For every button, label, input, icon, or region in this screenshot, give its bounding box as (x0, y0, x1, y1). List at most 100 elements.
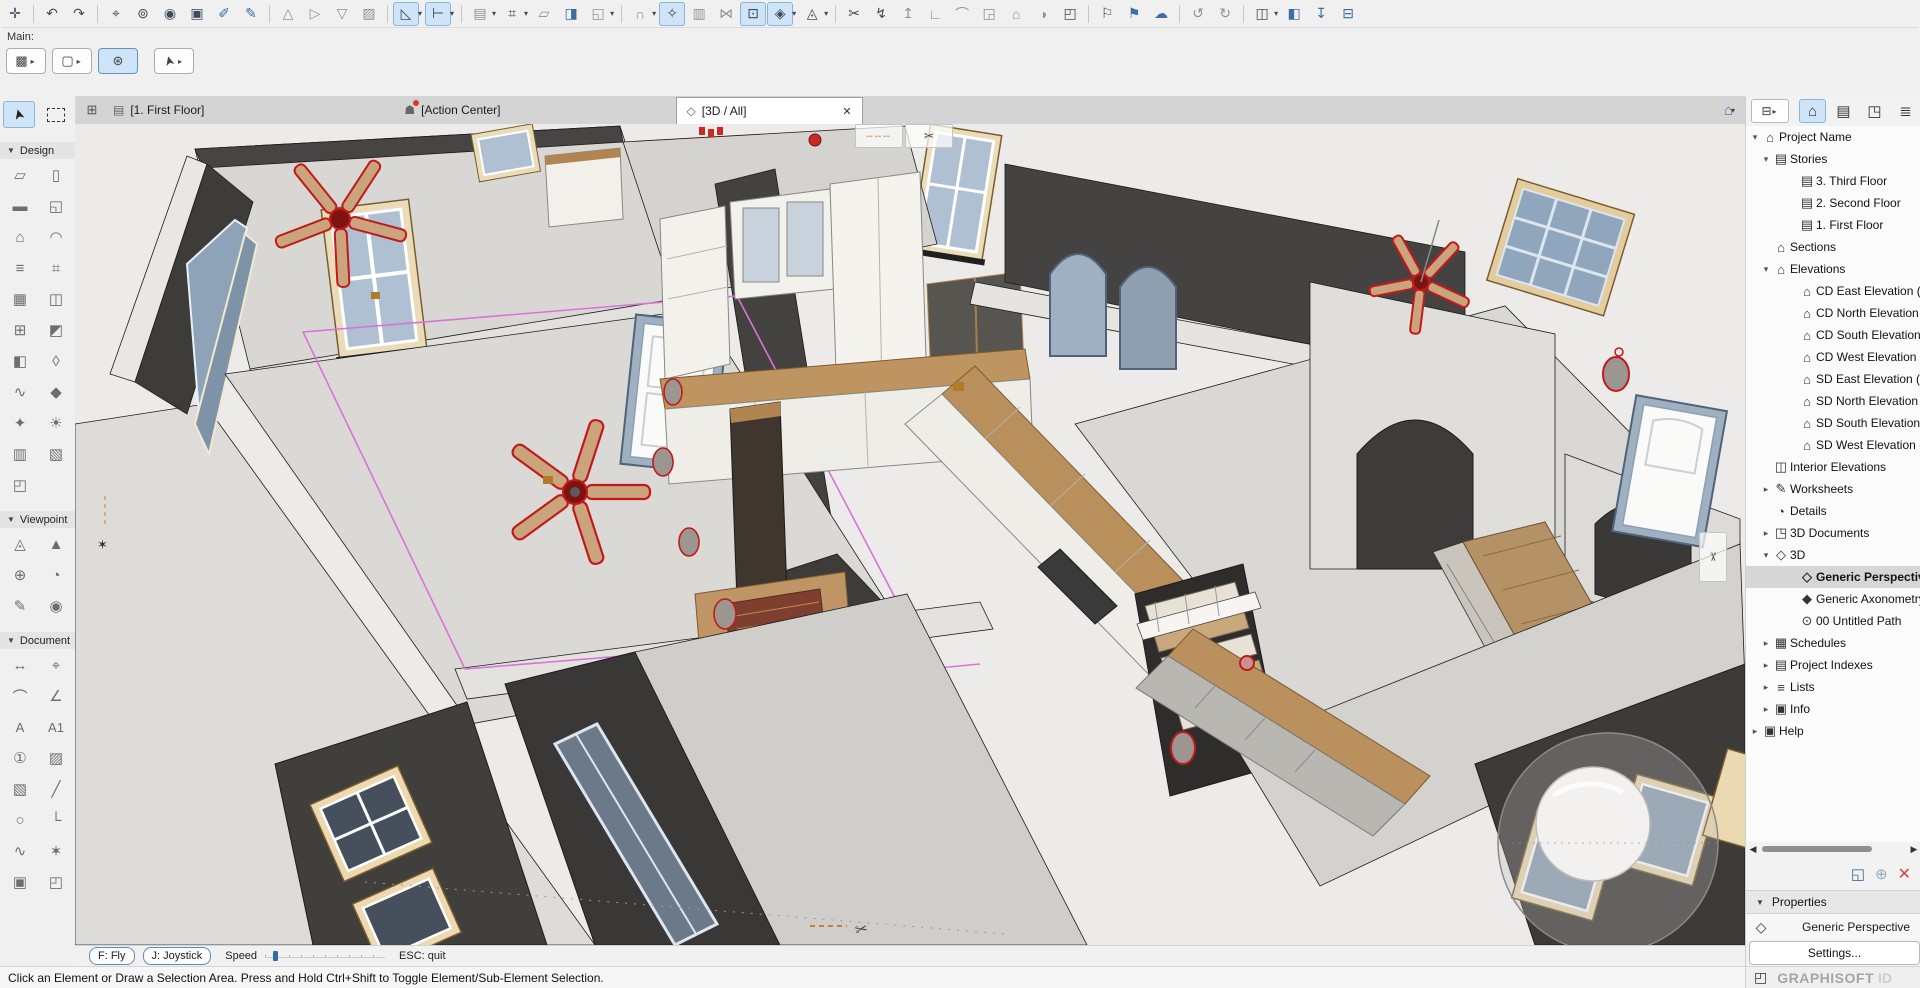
tree-item-sd-west-elevation-aut[interactable]: ⌂SD West Elevation (Aut (1746, 434, 1920, 456)
magnet-gravity-button[interactable]: ⊛ (98, 48, 138, 74)
chevron-down-icon[interactable]: ▾ (610, 9, 614, 18)
tree-item-elevations[interactable]: ▾⌂Elevations (1746, 258, 1920, 280)
tree-item-cd-south-elevation-au[interactable]: ⌂CD South Elevation (Au (1746, 324, 1920, 346)
fillet-chamfer-icon[interactable]: ⌒ (949, 2, 975, 26)
polyline-tool-icon[interactable]: └ (42, 807, 70, 833)
drawing-tool-icon[interactable]: ◰ (42, 869, 70, 895)
snap-grid-icon[interactable]: ⌗ (499, 2, 525, 26)
marquee-tool[interactable] (40, 101, 72, 128)
cut-plane-scissors-handle[interactable]: ✂ (905, 124, 953, 148)
new-viewpoint-button[interactable]: ⊕ (1875, 865, 1888, 883)
tree-item-worksheets[interactable]: ▸✎Worksheets (1746, 478, 1920, 500)
tree-item-00-untitled-path[interactable]: ⊙00 Untitled Path (1746, 610, 1920, 632)
redo-icon[interactable]: ↷ (66, 2, 92, 26)
panel-door-icon[interactable]: ◨ (558, 2, 584, 26)
tree-item-details[interactable]: ◔Details (1746, 500, 1920, 522)
fill-cloud-tool-icon[interactable]: ▨ (42, 745, 70, 771)
orbit-navigation-ball[interactable] (1498, 733, 1718, 945)
tree-item-2-second-floor[interactable]: ▤2. Second Floor (1746, 192, 1920, 214)
tree-item-lists[interactable]: ▸≡Lists (1746, 676, 1920, 698)
toolbox-section-design[interactable]: ▼Design (0, 142, 75, 159)
window-tool-icon[interactable]: ⊞ (6, 317, 34, 343)
publisher-sets-tab[interactable]: ≣ (1892, 99, 1919, 123)
grid-element-tool-icon[interactable]: ▧ (42, 441, 70, 467)
mesh-tool-icon[interactable]: ∿ (6, 379, 34, 405)
magic-wand-icon[interactable]: ✧ (659, 2, 685, 26)
text-tool-icon[interactable]: A (6, 714, 34, 740)
tree-item-help[interactable]: ▸▣Help (1746, 720, 1920, 742)
tree-item-sd-south-elevation-au[interactable]: ⌂SD South Elevation (Au (1746, 412, 1920, 434)
navigator-horizontal-scrollbar[interactable]: ◀ ▶ (1746, 842, 1920, 856)
dimension-tool-icon[interactable]: ↔ (6, 652, 34, 678)
toolbox-section-document[interactable]: ▼Document (0, 632, 75, 649)
find-select-icon[interactable]: ⌖ (103, 2, 129, 26)
worksheet-tool-icon[interactable]: ✎ (6, 593, 34, 619)
fill-tool-icon[interactable]: ▧ (6, 776, 34, 802)
joystick-mode-button[interactable]: J: Joystick (143, 947, 212, 965)
slab-tool-icon[interactable]: ◱ (42, 193, 70, 219)
flag-marker-icon[interactable]: ⚐ (1094, 2, 1120, 26)
adjust-icon[interactable]: ↯ (868, 2, 894, 26)
chevron-down-icon[interactable]: ▾ (792, 9, 796, 18)
cut-plane-dash-handle[interactable]: ╌╌╌ (855, 124, 903, 148)
tree-item-info[interactable]: ▸▣Info (1746, 698, 1920, 720)
tree-item-schedules[interactable]: ▸▦Schedules (1746, 632, 1920, 654)
tab-action-center[interactable]: ☗[Action Center] (394, 97, 510, 124)
chevron-down-icon[interactable]: ▾ (824, 9, 828, 18)
expand-arrow-icon[interactable]: ▸ (1749, 726, 1761, 737)
figure-tool-icon[interactable]: ▣ (6, 869, 34, 895)
corner-window-tool-icon[interactable]: ◧ (6, 348, 34, 374)
expand-arrow-icon[interactable]: ▾ (1760, 264, 1772, 275)
tree-item-cd-north-elevation-au[interactable]: ⌂CD North Elevation (Au (1746, 302, 1920, 324)
markup-columns-icon[interactable]: ⊟ (1335, 2, 1361, 26)
layout-book-tab[interactable]: ◳ (1861, 99, 1888, 123)
tab-1-first-floor[interactable]: ▤[1. First Floor] (103, 97, 214, 124)
expand-arrow-icon[interactable]: ▾ (1760, 154, 1772, 165)
curtain-wall-tool-icon[interactable]: ▦ (6, 286, 34, 312)
snap-guides-icon[interactable]: ⊢ (425, 2, 451, 26)
pick-up-parameters-icon[interactable]: ✐ (211, 2, 237, 26)
copy-options-icon[interactable]: ◱ (585, 2, 611, 26)
tree-item-generic-perspective[interactable]: ◇Generic Perspective (1746, 566, 1920, 588)
circle-tool-icon[interactable]: ○ (6, 807, 34, 833)
properties-header[interactable]: ▼ Properties (1746, 890, 1920, 914)
scroll-right-icon[interactable]: ▶ (1907, 844, 1920, 855)
arrow-tool-button[interactable]: ➤▸ (154, 48, 194, 74)
radial-dimension-tool-icon[interactable]: ⌒ (6, 683, 34, 709)
tab-3d-all[interactable]: ◇[3D / All]✕ (676, 97, 863, 124)
settings-button[interactable]: Settings... (1749, 941, 1920, 965)
viewpoint-settings-button[interactable]: ◱ (1851, 865, 1865, 883)
editing-plane-icon[interactable]: ▱ (531, 2, 557, 26)
equipment-tool-icon[interactable]: ▥ (6, 441, 34, 467)
revision-cloud-icon[interactable]: ☁ (1148, 2, 1174, 26)
close-icon[interactable]: ✕ (842, 105, 851, 118)
chevron-down-icon[interactable]: ▾ (450, 9, 454, 18)
resize-icon[interactable]: ◲ (976, 2, 1002, 26)
measure-icon[interactable]: ▥ (686, 2, 712, 26)
speed-slider[interactable] (265, 951, 385, 961)
tree-item-sections[interactable]: ⌂Sections (1746, 236, 1920, 258)
inject-parameters-icon[interactable]: ✎ (238, 2, 264, 26)
section-tool-icon[interactable]: ◬ (6, 531, 34, 557)
elevation-tool-icon[interactable]: ▲ (42, 531, 70, 557)
spline-tool-icon[interactable]: ∿ (6, 838, 34, 864)
roof-tool-icon[interactable]: ⌂ (6, 224, 34, 250)
expand-arrow-icon[interactable]: ▾ (1749, 132, 1761, 143)
shell-tool-icon[interactable]: ◠ (42, 224, 70, 250)
expand-arrow-icon[interactable]: ▸ (1760, 660, 1772, 671)
lamp-tool-icon[interactable]: ☀ (42, 410, 70, 436)
tree-item-3d-documents[interactable]: ▸◳3D Documents (1746, 522, 1920, 544)
send-to-story-icon[interactable]: ↧ (1308, 2, 1334, 26)
tree-item-interior-elevations[interactable]: ◫Interior Elevations (1746, 456, 1920, 478)
tree-item-stories[interactable]: ▾▤Stories (1746, 148, 1920, 170)
expand-arrow-icon[interactable]: ▸ (1760, 528, 1772, 539)
stretch-icon[interactable]: ⋈ (713, 2, 739, 26)
hotspot-tool-icon[interactable]: ✶ (42, 838, 70, 864)
expand-arrow-icon[interactable]: ▸ (1760, 682, 1772, 693)
expand-arrow-icon[interactable]: ▸ (1760, 638, 1772, 649)
arrow-tool[interactable]: ➤ (3, 101, 35, 128)
fly-mode-button[interactable]: F: Fly (89, 947, 135, 965)
tree-item-project-indexes[interactable]: ▸▤Project Indexes (1746, 654, 1920, 676)
favorites-marker-icon[interactable]: ▣ (184, 2, 210, 26)
chevron-down-icon[interactable]: ▾ (492, 9, 496, 18)
